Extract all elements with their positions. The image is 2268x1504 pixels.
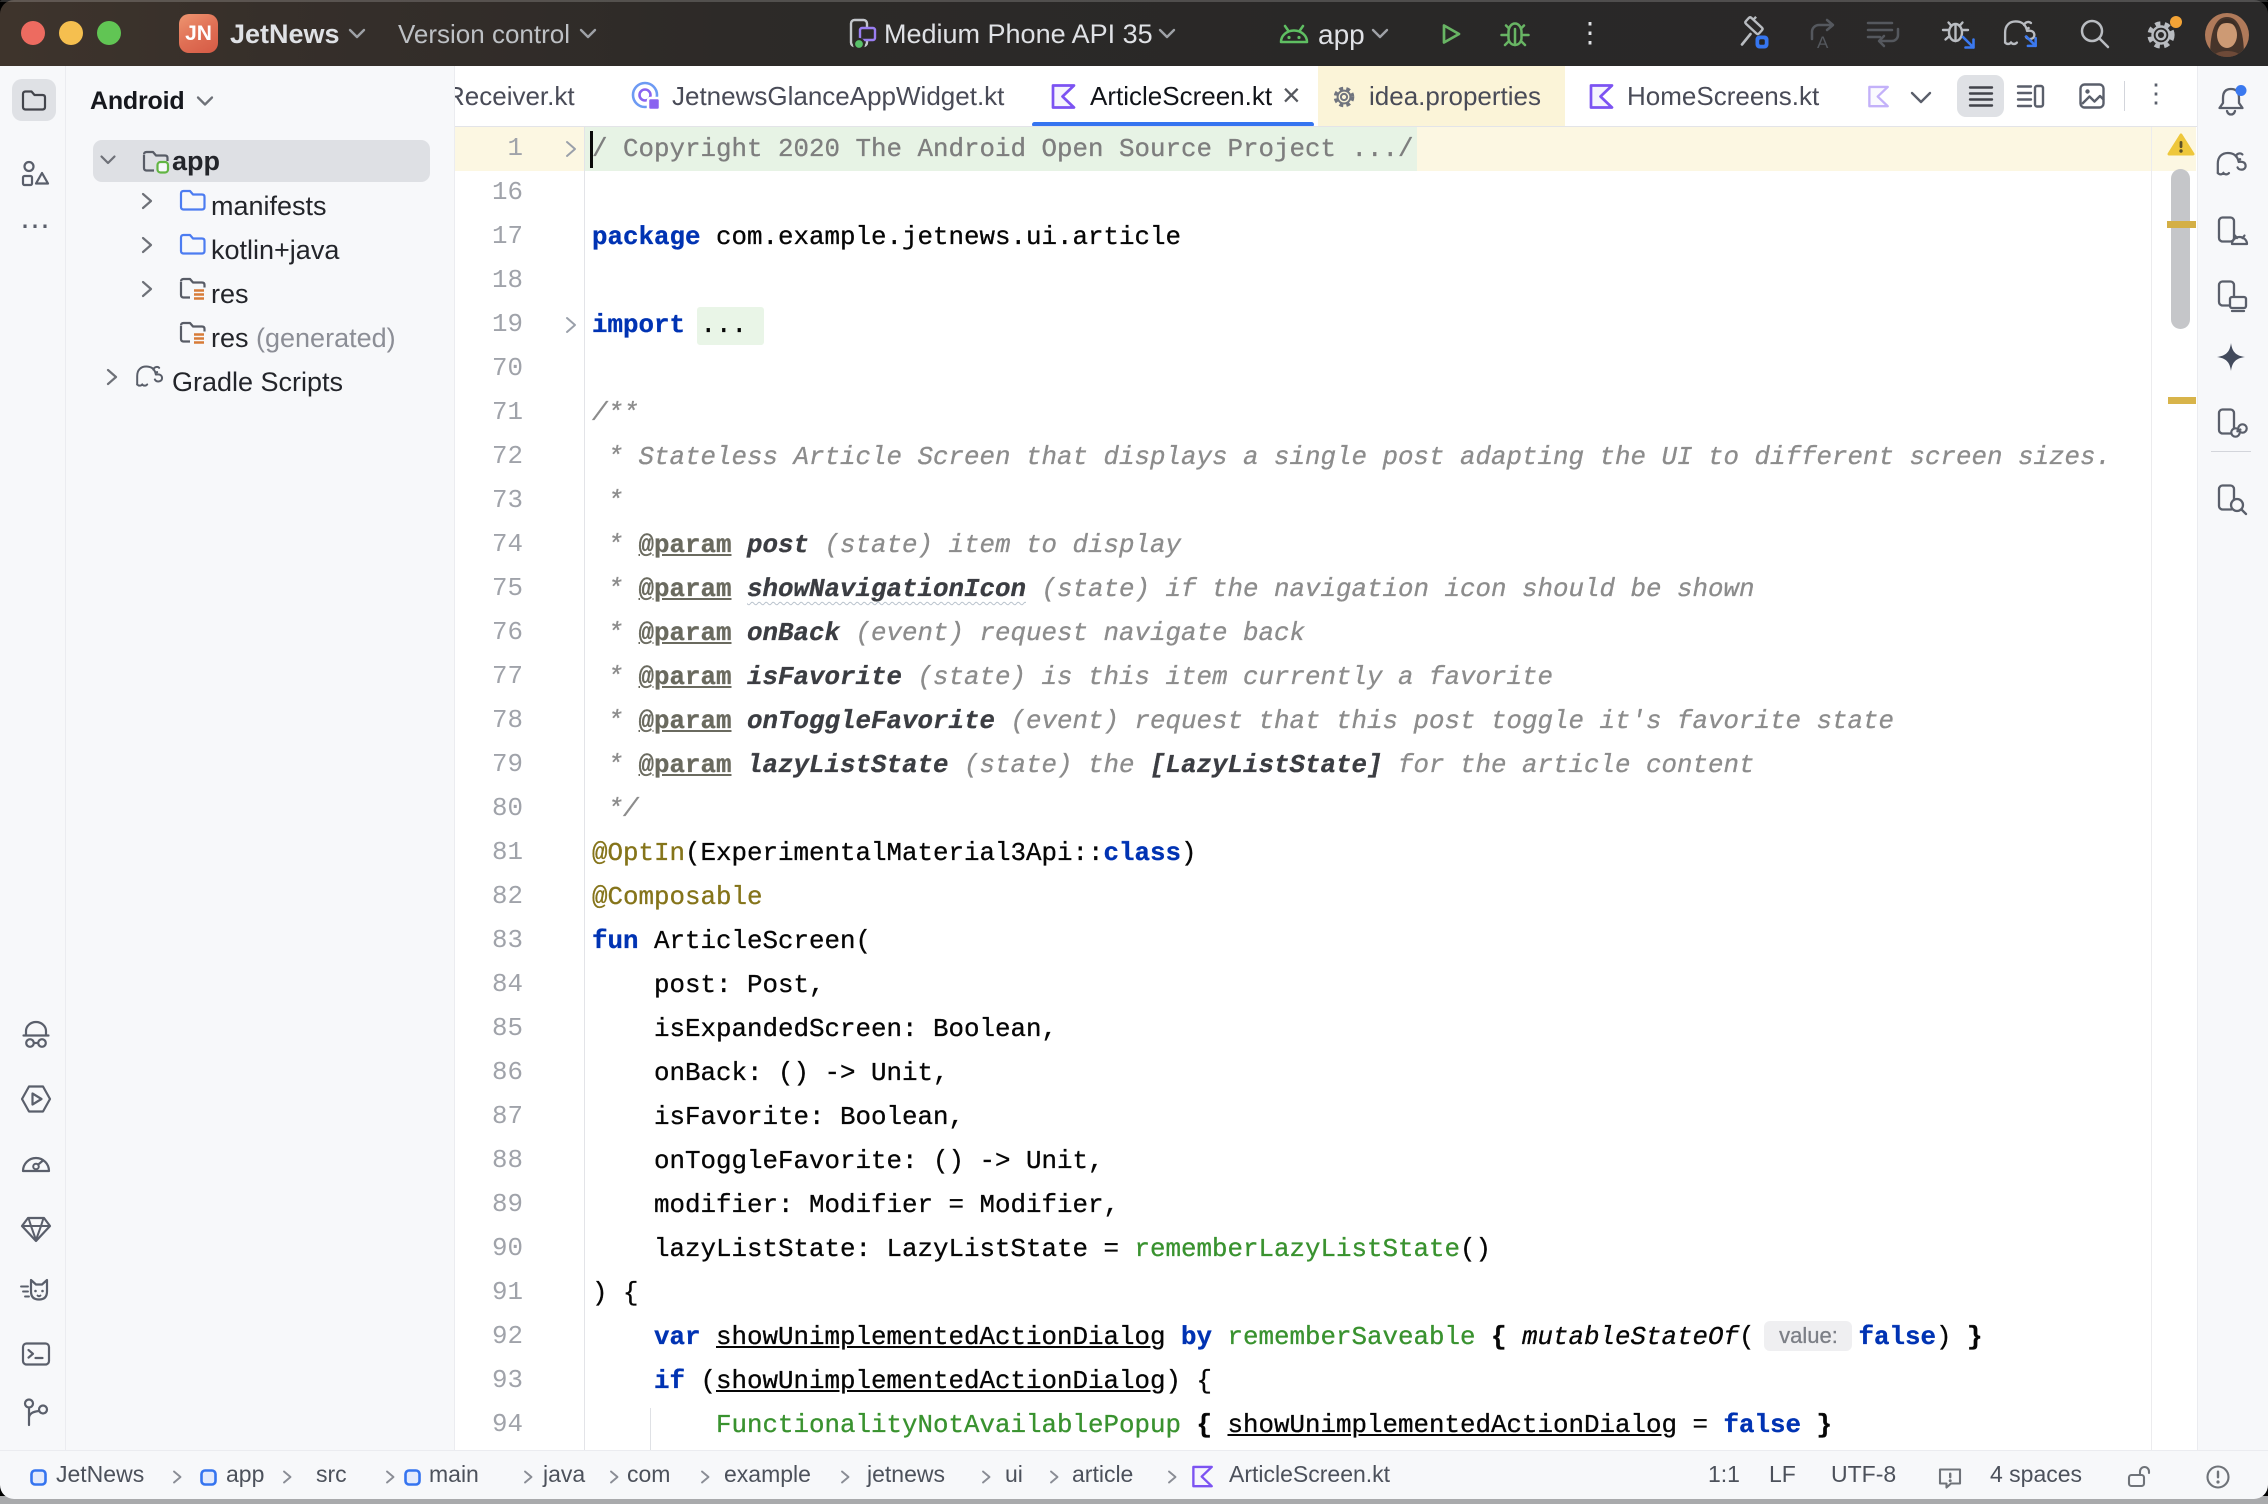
svg-text:A: A bbox=[1817, 33, 1829, 52]
